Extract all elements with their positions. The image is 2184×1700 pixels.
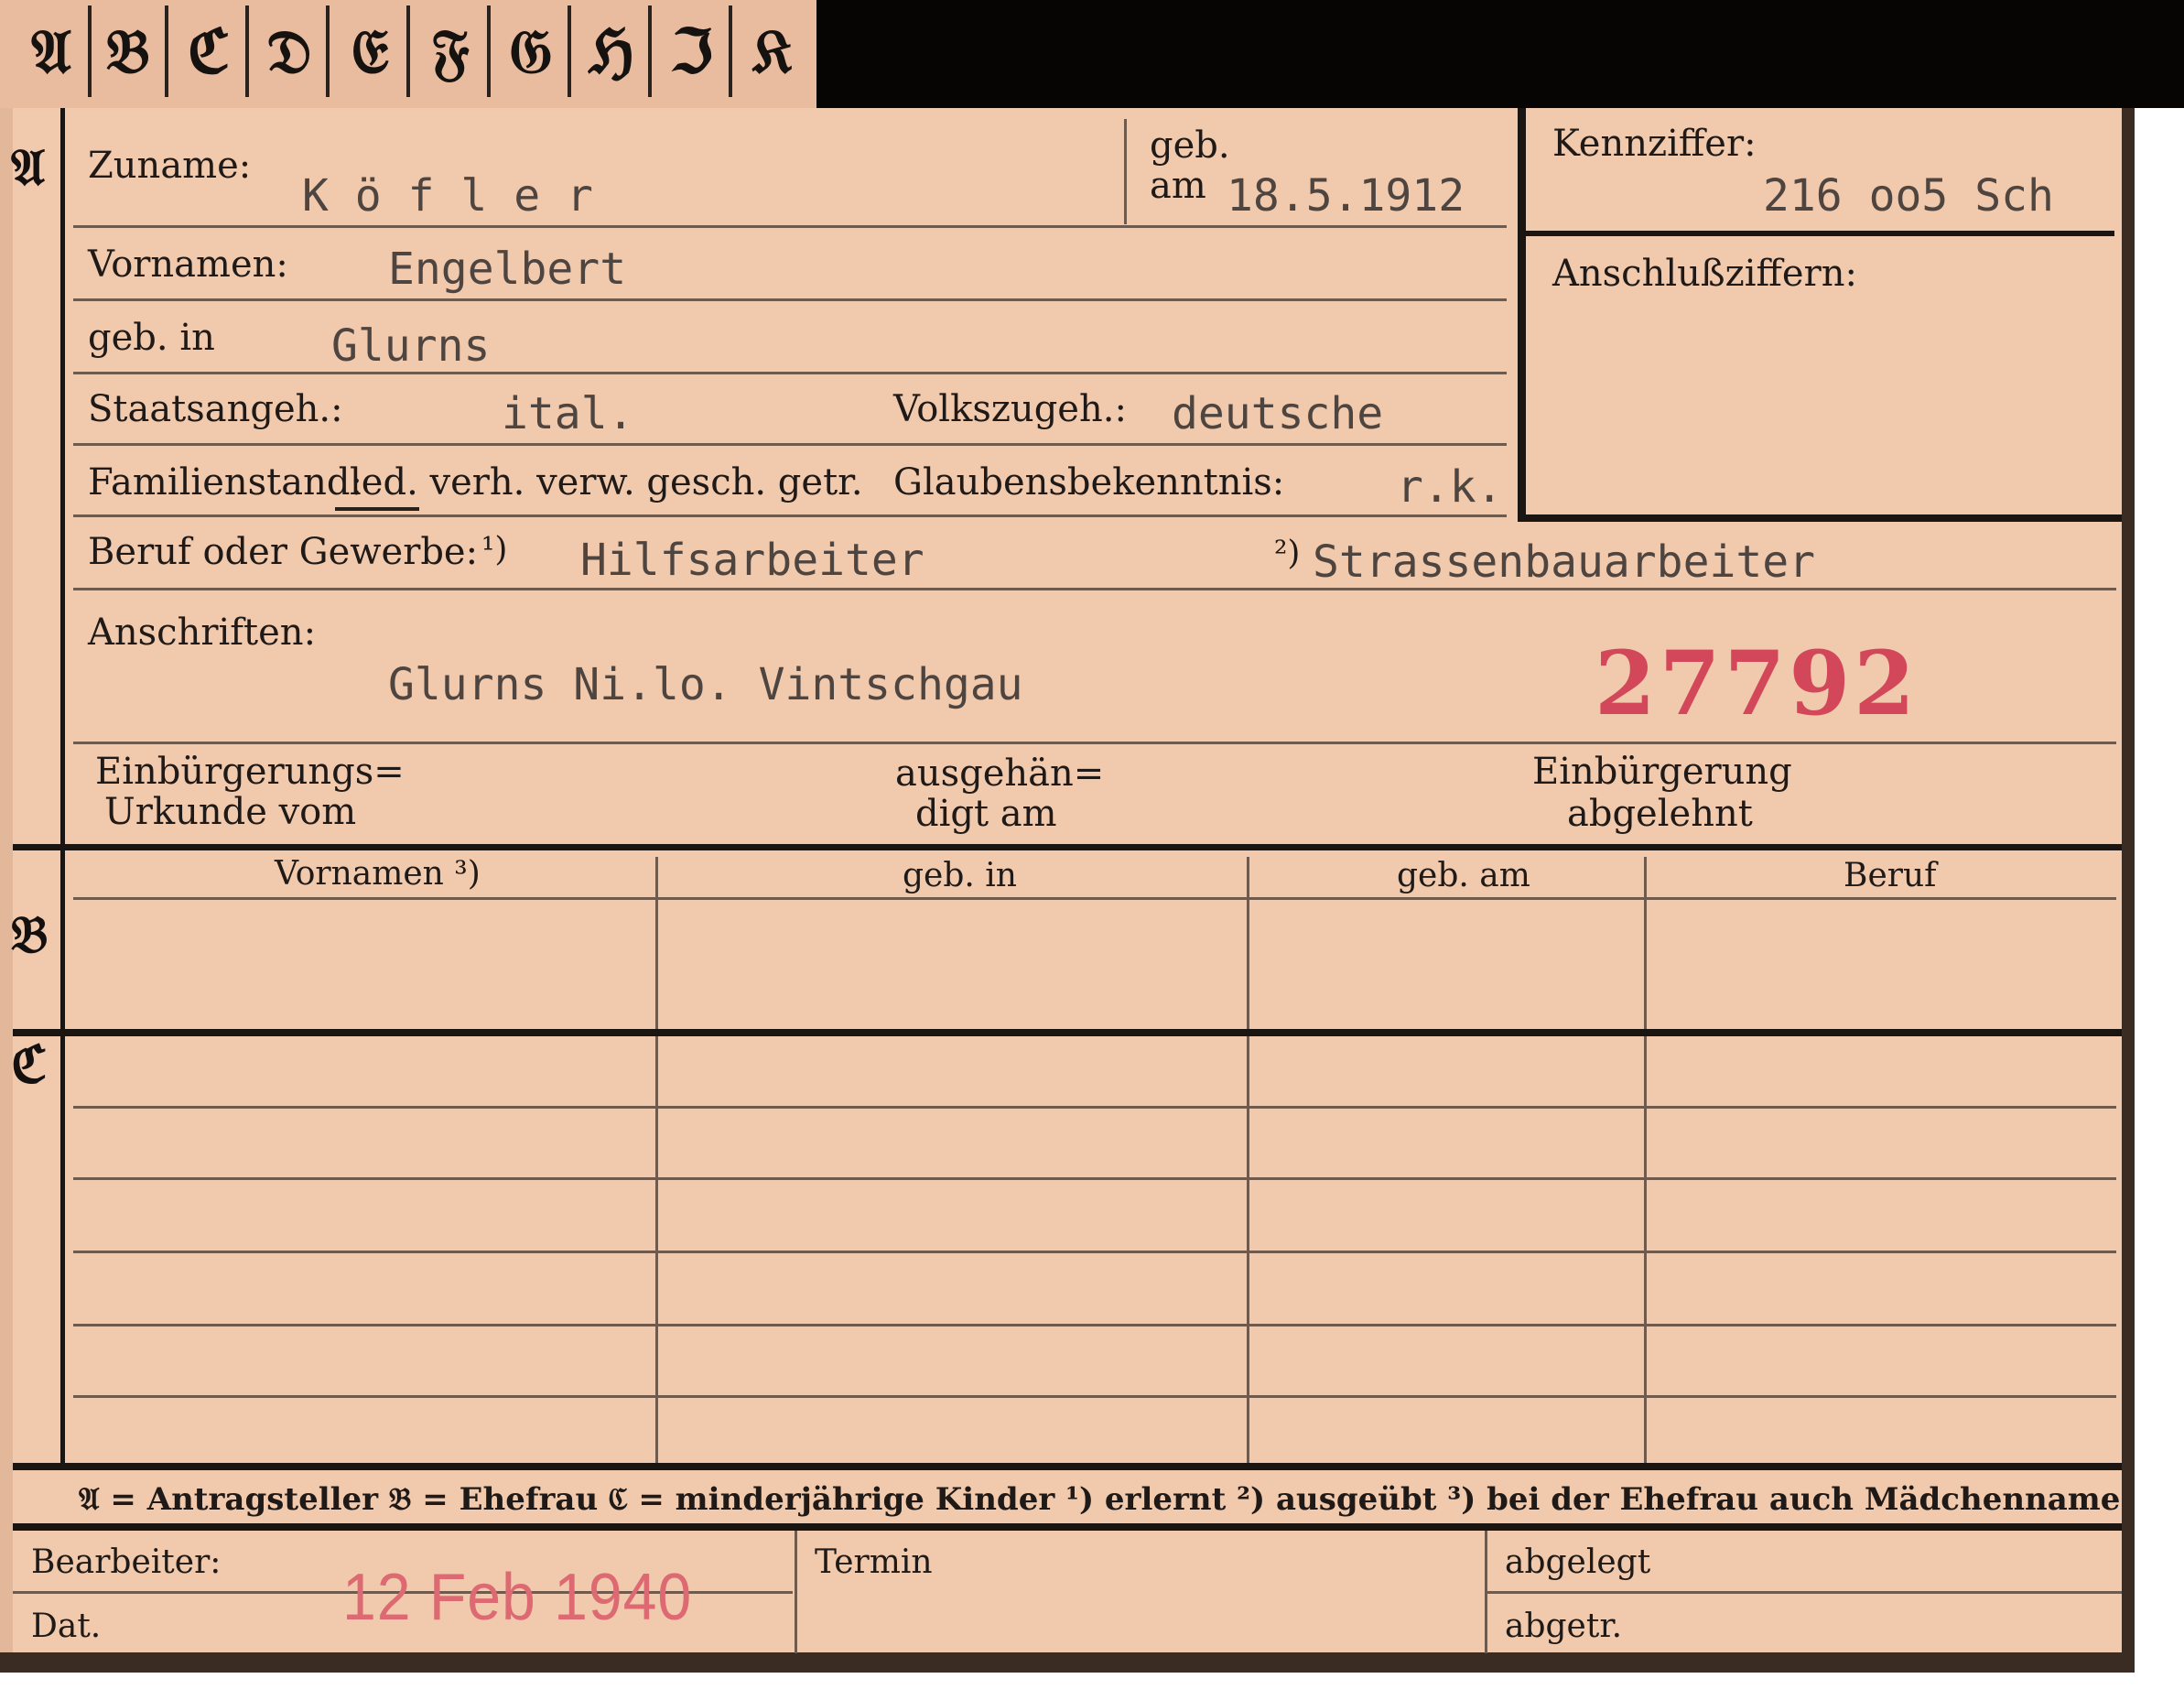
legend-text: 𝔄 = Antragsteller 𝔅 = Ehefrau ℭ = minder… [79, 1481, 2121, 1518]
footer-divider [795, 1531, 797, 1653]
header-beruf: Beruf [1843, 857, 1937, 894]
ausgehaendigt-label-line2: digt am [915, 793, 1057, 835]
kennziffer-box-bottom [1518, 514, 2122, 522]
tab-letter[interactable]: 𝔊 [494, 5, 571, 97]
kennziffer-box-left [1518, 108, 1526, 520]
am-label: am [1150, 165, 1206, 207]
tab-letter[interactable]: 𝔈 [333, 5, 410, 97]
familienstand-options[interactable]: led. verh. verw. gesch. getr. [350, 461, 863, 504]
bearbeiter-label: Bearbeiter: [31, 1543, 222, 1581]
termin-label: Termin [815, 1543, 933, 1581]
dat-label: Dat. [31, 1608, 102, 1645]
header-geb-in: geb. in [903, 857, 1017, 894]
rule [73, 298, 1507, 301]
section-b-top-rule [13, 844, 2122, 850]
tab-letter[interactable]: ℌ [575, 5, 652, 97]
children-rows[interactable] [73, 1038, 2116, 1459]
volkszugeh-label: Volkszugeh.: [893, 388, 1127, 430]
anschriften-value[interactable]: Glurns Ni.lo. Vintschgau [388, 659, 1023, 710]
rule [73, 742, 2116, 744]
rule [73, 443, 1507, 446]
registration-card: 𝔄 𝔅 ℭ 𝔇 𝔈 𝔉 𝔊 ℌ ℑ 𝔎 𝔄 𝔅 ℭ Zuname: K ö f … [0, 0, 2184, 1700]
tab-letter[interactable]: 𝔉 [414, 5, 491, 97]
section-c-top-rule [13, 1029, 2122, 1036]
header-vornamen: Vornamen ³) [275, 855, 481, 893]
header-geb-am: geb. am [1397, 857, 1530, 894]
anschluss-label: Anschlußziffern: [1552, 253, 1857, 295]
beruf-footnote-2: ²) [1274, 535, 1301, 572]
left-vertical-rule [60, 108, 65, 1463]
familienstand-label: Familienstand: [88, 461, 362, 504]
vornamen-value[interactable]: Engelbert [388, 244, 626, 295]
table-header-rule [73, 897, 2116, 900]
einb-urkunde-label-line2: Urkunde vom [104, 791, 357, 833]
section-c-letter: ℭ [11, 1034, 48, 1095]
footer-rule [1487, 1591, 2122, 1594]
card-left-margin [0, 108, 13, 1669]
geb-am-value[interactable]: 18.5.1912 [1227, 170, 1465, 222]
geb-in-value[interactable]: Glurns [331, 320, 490, 372]
kennziffer-label: Kennziffer: [1552, 123, 1757, 165]
tab-letter[interactable]: 𝔎 [736, 5, 809, 97]
alphabet-tab-strip: 𝔄 𝔅 ℭ 𝔇 𝔈 𝔉 𝔊 ℌ ℑ 𝔎 [0, 0, 816, 108]
abgetr-label: abgetr. [1505, 1608, 1623, 1645]
legend-bottom-rule [13, 1523, 2122, 1531]
kennziffer-value[interactable]: 216 oo5 Sch [1763, 170, 2054, 222]
registration-number-stamp: 27792 [1595, 632, 1919, 735]
anschriften-label: Anschriften: [88, 612, 317, 654]
kennziffer-rule [1525, 231, 2114, 236]
rule [73, 372, 1507, 374]
beruf-footnote-1: ¹) [481, 531, 508, 568]
ausgehaendigt-label-line1: ausgehän= [895, 753, 1105, 795]
geb-in-label: geb. in [88, 317, 215, 359]
tab-letter[interactable]: 𝔅 [92, 5, 168, 97]
glaubens-label: Glaubensbekenntnis: [893, 461, 1285, 504]
rule [73, 225, 1507, 228]
spouse-row[interactable] [73, 906, 2116, 1016]
einb-abgelehnt-label-line1: Einbürgerung [1532, 751, 1792, 793]
staatsangeh-label: Staatsangeh.: [88, 388, 343, 430]
zuname-value[interactable]: K ö f l e r [302, 170, 593, 222]
zuname-label: Zuname: [88, 145, 252, 187]
staatsangeh-value[interactable]: ital. [502, 388, 634, 439]
led-underline [335, 507, 419, 511]
section-a-letter: 𝔄 [11, 137, 46, 198]
beruf-label: Beruf oder Gewerbe: [88, 531, 479, 573]
einb-abgelehnt-label-line2: abgelehnt [1567, 793, 1753, 835]
rule [73, 588, 2116, 590]
tab-letter[interactable]: 𝔄 [15, 5, 92, 97]
card-bottom-edge [0, 1652, 2135, 1673]
abgelegt-label: abgelegt [1505, 1543, 1651, 1581]
tab-letter[interactable]: 𝔇 [253, 5, 330, 97]
einb-urkunde-label-line1: Einbürgerungs= [95, 751, 405, 793]
section-b-letter: 𝔅 [11, 904, 49, 965]
legend-top-rule [13, 1463, 2122, 1470]
beruf-value-ausgeuebt[interactable]: Strassenbauarbeiter [1313, 536, 1815, 588]
card-right-edge [2122, 108, 2135, 1669]
beruf-value-erlernt[interactable]: Hilfsarbeiter [580, 535, 924, 586]
glaubens-value[interactable]: r.k. [1397, 461, 1503, 513]
tab-letter[interactable]: ℭ [172, 5, 249, 97]
geb-label: geb. [1150, 125, 1230, 167]
volkszugeh-value[interactable]: deutsche [1172, 388, 1383, 439]
rule [73, 514, 1507, 517]
date-stamp: 12 Feb 1940 [342, 1561, 693, 1634]
vornamen-label: Vornamen: [88, 244, 288, 286]
tab-letter[interactable]: ℑ [655, 5, 732, 97]
geb-am-divider [1124, 119, 1127, 224]
